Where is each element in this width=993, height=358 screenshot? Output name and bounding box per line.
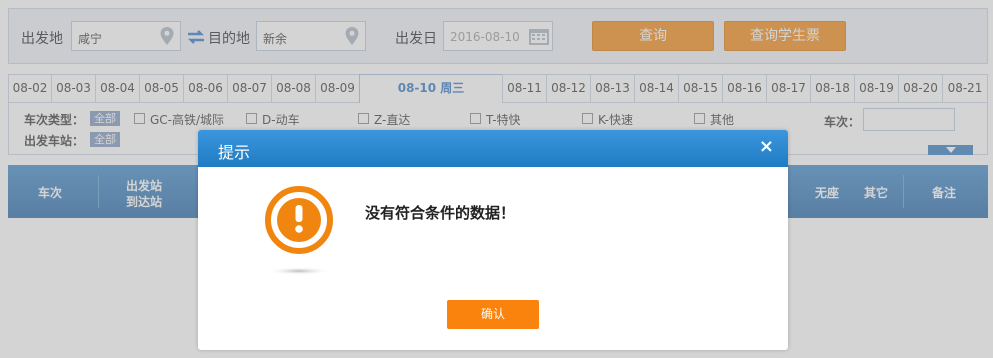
alert-dialog: 提示 × 没有符合条件的数据！ 确认 [198,130,788,350]
close-icon[interactable]: × [759,136,774,157]
page: 出发地 咸宁 目的地 新余 出发日 2016-08-10 查询 查询学生票 08… [0,0,993,358]
dialog-message: 没有符合条件的数据！ [365,204,516,222]
confirm-button[interactable]: 确认 [447,300,539,329]
dialog-header: 提示 × [198,130,788,167]
dialog-title: 提示 [218,143,251,162]
warning-icon [265,186,333,275]
